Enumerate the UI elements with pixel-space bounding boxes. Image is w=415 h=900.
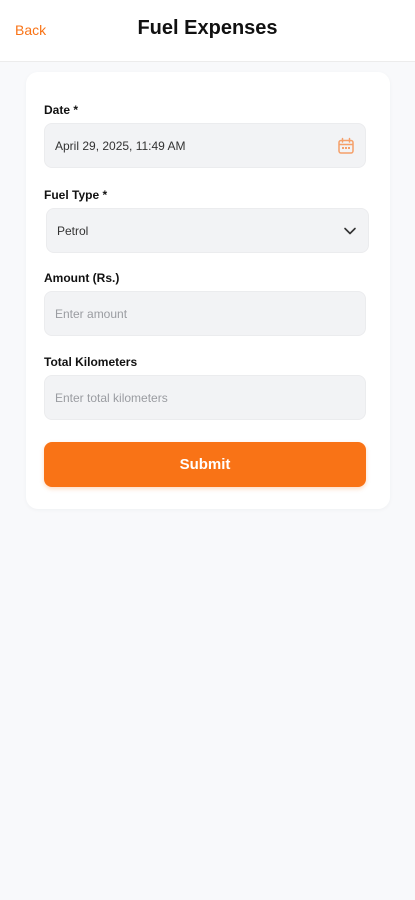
calendar-icon[interactable]	[337, 137, 355, 155]
total-kilometers-label: Total Kilometers	[44, 355, 138, 369]
chevron-down-icon	[344, 227, 356, 235]
amount-input[interactable]: Enter amount	[44, 291, 366, 336]
amount-placeholder: Enter amount	[55, 306, 128, 321]
date-value: April 29, 2025, 11:49 AM	[55, 138, 186, 153]
date-field[interactable]: April 29, 2025, 11:49 AM	[44, 123, 366, 168]
submit-button[interactable]: Submit	[44, 442, 366, 487]
total-kilometers-input[interactable]: Enter total kilometers	[44, 375, 366, 420]
total-kilometers-placeholder: Enter total kilometers	[55, 390, 168, 405]
app-header: Back Fuel Expenses	[0, 0, 415, 62]
fuel-type-value: Petrol	[57, 223, 89, 238]
fuel-type-select[interactable]: Petrol	[46, 208, 369, 253]
amount-label: Amount (Rs.)	[44, 271, 120, 285]
date-label: Date *	[44, 103, 79, 117]
page-title: Fuel Expenses	[137, 17, 278, 39]
fuel-type-label: Fuel Type *	[44, 188, 108, 202]
